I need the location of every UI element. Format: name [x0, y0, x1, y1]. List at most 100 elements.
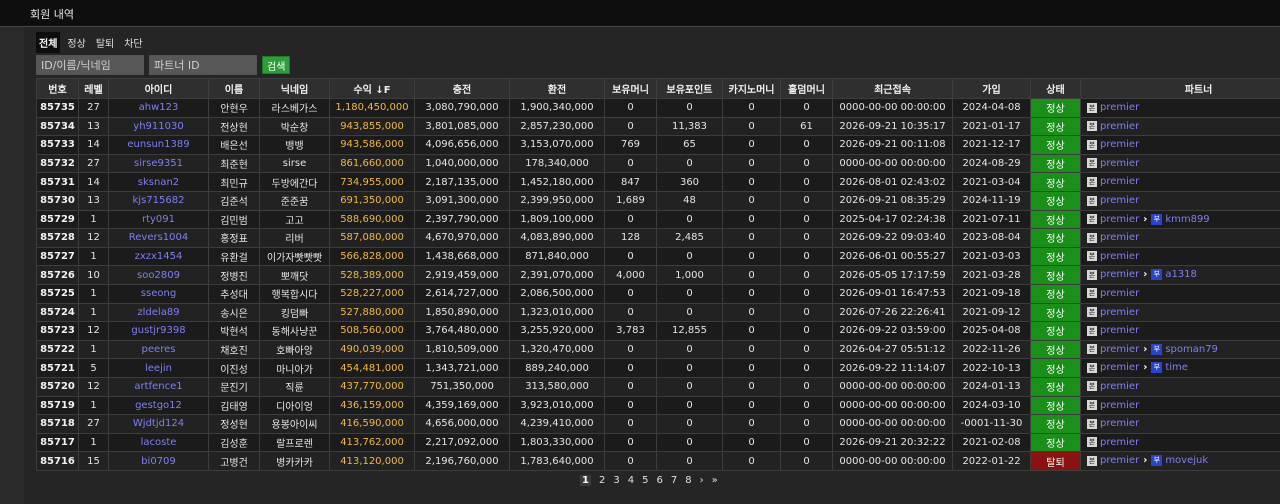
member-id-link[interactable]: zxzx1454 [108, 246, 209, 267]
partner-cell: 본 premier › 부 a1318 [1080, 265, 1280, 285]
partner-id-input[interactable] [149, 55, 257, 75]
member-name: 추성대 [208, 283, 260, 304]
member-profit: 734,955,000 [329, 172, 415, 192]
partner-link[interactable]: premier [1100, 437, 1139, 448]
partner-link[interactable]: premier [1100, 214, 1139, 225]
page-1-link[interactable]: 1 [580, 475, 591, 486]
member-id-link[interactable]: leejin [108, 358, 209, 378]
member-point: 0 [656, 432, 723, 453]
chevron-right-icon: › [1143, 362, 1148, 374]
partner-link[interactable]: premier [1100, 288, 1139, 299]
member-id-link[interactable]: gustjr9398 [108, 321, 209, 341]
partner-cell: 본 premier [1080, 321, 1280, 341]
member-profit: 436,159,000 [329, 395, 415, 416]
partner-link[interactable]: premier [1100, 400, 1139, 411]
member-money: 0 [604, 414, 657, 434]
member-holdem-money: 61 [780, 116, 833, 137]
member-id-link[interactable]: rty091 [108, 209, 209, 230]
partner-link[interactable]: premier [1100, 102, 1139, 113]
page-8-link[interactable]: 8 [685, 475, 691, 486]
partner-link[interactable]: premier [1100, 344, 1139, 355]
partner-cell: 본 premier › 부 time [1080, 358, 1280, 378]
tab-normal[interactable]: 정상 [64, 32, 88, 53]
page-5-link[interactable]: 5 [642, 475, 648, 486]
member-joined: 2024-08-29 [952, 153, 1031, 174]
member-charge: 1,850,890,000 [414, 302, 510, 323]
sub-partner-link[interactable]: movejuk [1165, 455, 1208, 466]
member-id-link[interactable]: eunsun1389 [108, 135, 209, 155]
member-number: 85733 [36, 135, 79, 155]
member-joined: 2021-09-12 [952, 302, 1031, 323]
id-search-input[interactable] [36, 55, 144, 75]
status-badge: 정상 [1030, 135, 1081, 155]
member-id-link[interactable]: peeres [108, 339, 209, 360]
member-point: 360 [656, 172, 723, 192]
member-money: 0 [604, 358, 657, 378]
member-id-link[interactable]: bi0709 [108, 451, 209, 471]
partner-link[interactable]: premier [1100, 455, 1139, 466]
partner-link[interactable]: premier [1100, 362, 1139, 373]
member-id-link[interactable]: lacoste [108, 432, 209, 453]
page-2-link[interactable]: 2 [599, 475, 605, 486]
member-id-link[interactable]: Wjdtjd124 [108, 414, 209, 434]
sub-partner-link[interactable]: kmm899 [1165, 214, 1209, 225]
member-level: 10 [78, 265, 109, 285]
partner-link[interactable]: premier [1100, 269, 1139, 280]
col-profit-header[interactable]: 수익 ↓F [329, 78, 415, 99]
member-id-link[interactable]: sksnan2 [108, 172, 209, 192]
tab-all[interactable]: 전체 [36, 32, 61, 53]
member-profit: 413,762,000 [329, 432, 415, 453]
member-holdem-money: 0 [780, 432, 833, 453]
partner-link[interactable]: premier [1100, 139, 1139, 150]
partner-link[interactable]: premier [1100, 307, 1139, 318]
member-exchange: 2,086,500,000 [509, 283, 605, 304]
partner-link[interactable]: premier [1100, 158, 1139, 169]
partner-link[interactable]: premier [1100, 176, 1139, 187]
page-4-link[interactable]: 4 [628, 475, 634, 486]
tab-withdrawn[interactable]: 탈퇴 [93, 32, 117, 53]
partner-link[interactable]: premier [1100, 195, 1139, 206]
sub-partner-link[interactable]: a1318 [1165, 269, 1197, 280]
partner-link[interactable]: premier [1100, 251, 1139, 262]
member-holdem-money: 0 [780, 395, 833, 416]
col-last-login-header: 최근접속 [832, 78, 953, 99]
sub-partner-link[interactable]: time [1165, 362, 1188, 373]
member-id-link[interactable]: yh911030 [108, 116, 209, 137]
member-holdem-money: 0 [780, 135, 833, 155]
member-exchange: 4,083,890,000 [509, 228, 605, 248]
search-button[interactable]: 검색 [262, 56, 291, 74]
member-id-link[interactable]: zldela89 [108, 302, 209, 323]
next-page-icon[interactable]: › [700, 475, 704, 486]
page-7-link[interactable]: 7 [671, 475, 677, 486]
member-id-link[interactable]: soo2809 [108, 265, 209, 285]
status-badge: 정상 [1030, 283, 1081, 304]
member-id-link[interactable]: kjs715682 [108, 190, 209, 211]
member-id-link[interactable]: Revers1004 [108, 228, 209, 248]
member-number: 85722 [36, 339, 79, 360]
member-nickname: 호빠아앙 [259, 339, 330, 360]
partner-cell: 본 premier [1080, 172, 1280, 192]
partner-cell: 본 premier [1080, 432, 1280, 453]
member-id-link[interactable]: artfence1 [108, 376, 209, 397]
partner-link[interactable]: premier [1100, 418, 1139, 429]
member-money: 0 [604, 302, 657, 323]
partner-link[interactable]: premier [1100, 381, 1139, 392]
member-id-link[interactable]: ahw123 [108, 98, 209, 118]
member-id-link[interactable]: sseong [108, 283, 209, 304]
page-3-link[interactable]: 3 [613, 475, 619, 486]
sub-partner-link[interactable]: spoman79 [1165, 344, 1218, 355]
member-level: 12 [78, 321, 109, 341]
partner-link[interactable]: premier [1100, 232, 1139, 243]
member-joined: 2021-03-28 [952, 265, 1031, 285]
window-header: 회원 내역 [0, 0, 1280, 27]
member-casino-money: 0 [722, 321, 781, 341]
page-6-link[interactable]: 6 [656, 475, 662, 486]
col-nick-header: 닉네임 [259, 78, 330, 99]
partner-link[interactable]: premier [1100, 325, 1139, 336]
member-id-link[interactable]: sirse9351 [108, 153, 209, 174]
member-id-link[interactable]: gestgo12 [108, 395, 209, 416]
last-page-icon[interactable]: » [712, 475, 718, 486]
member-casino-money: 0 [722, 283, 781, 304]
partner-link[interactable]: premier [1100, 121, 1139, 132]
tab-blocked[interactable]: 차단 [121, 32, 145, 53]
